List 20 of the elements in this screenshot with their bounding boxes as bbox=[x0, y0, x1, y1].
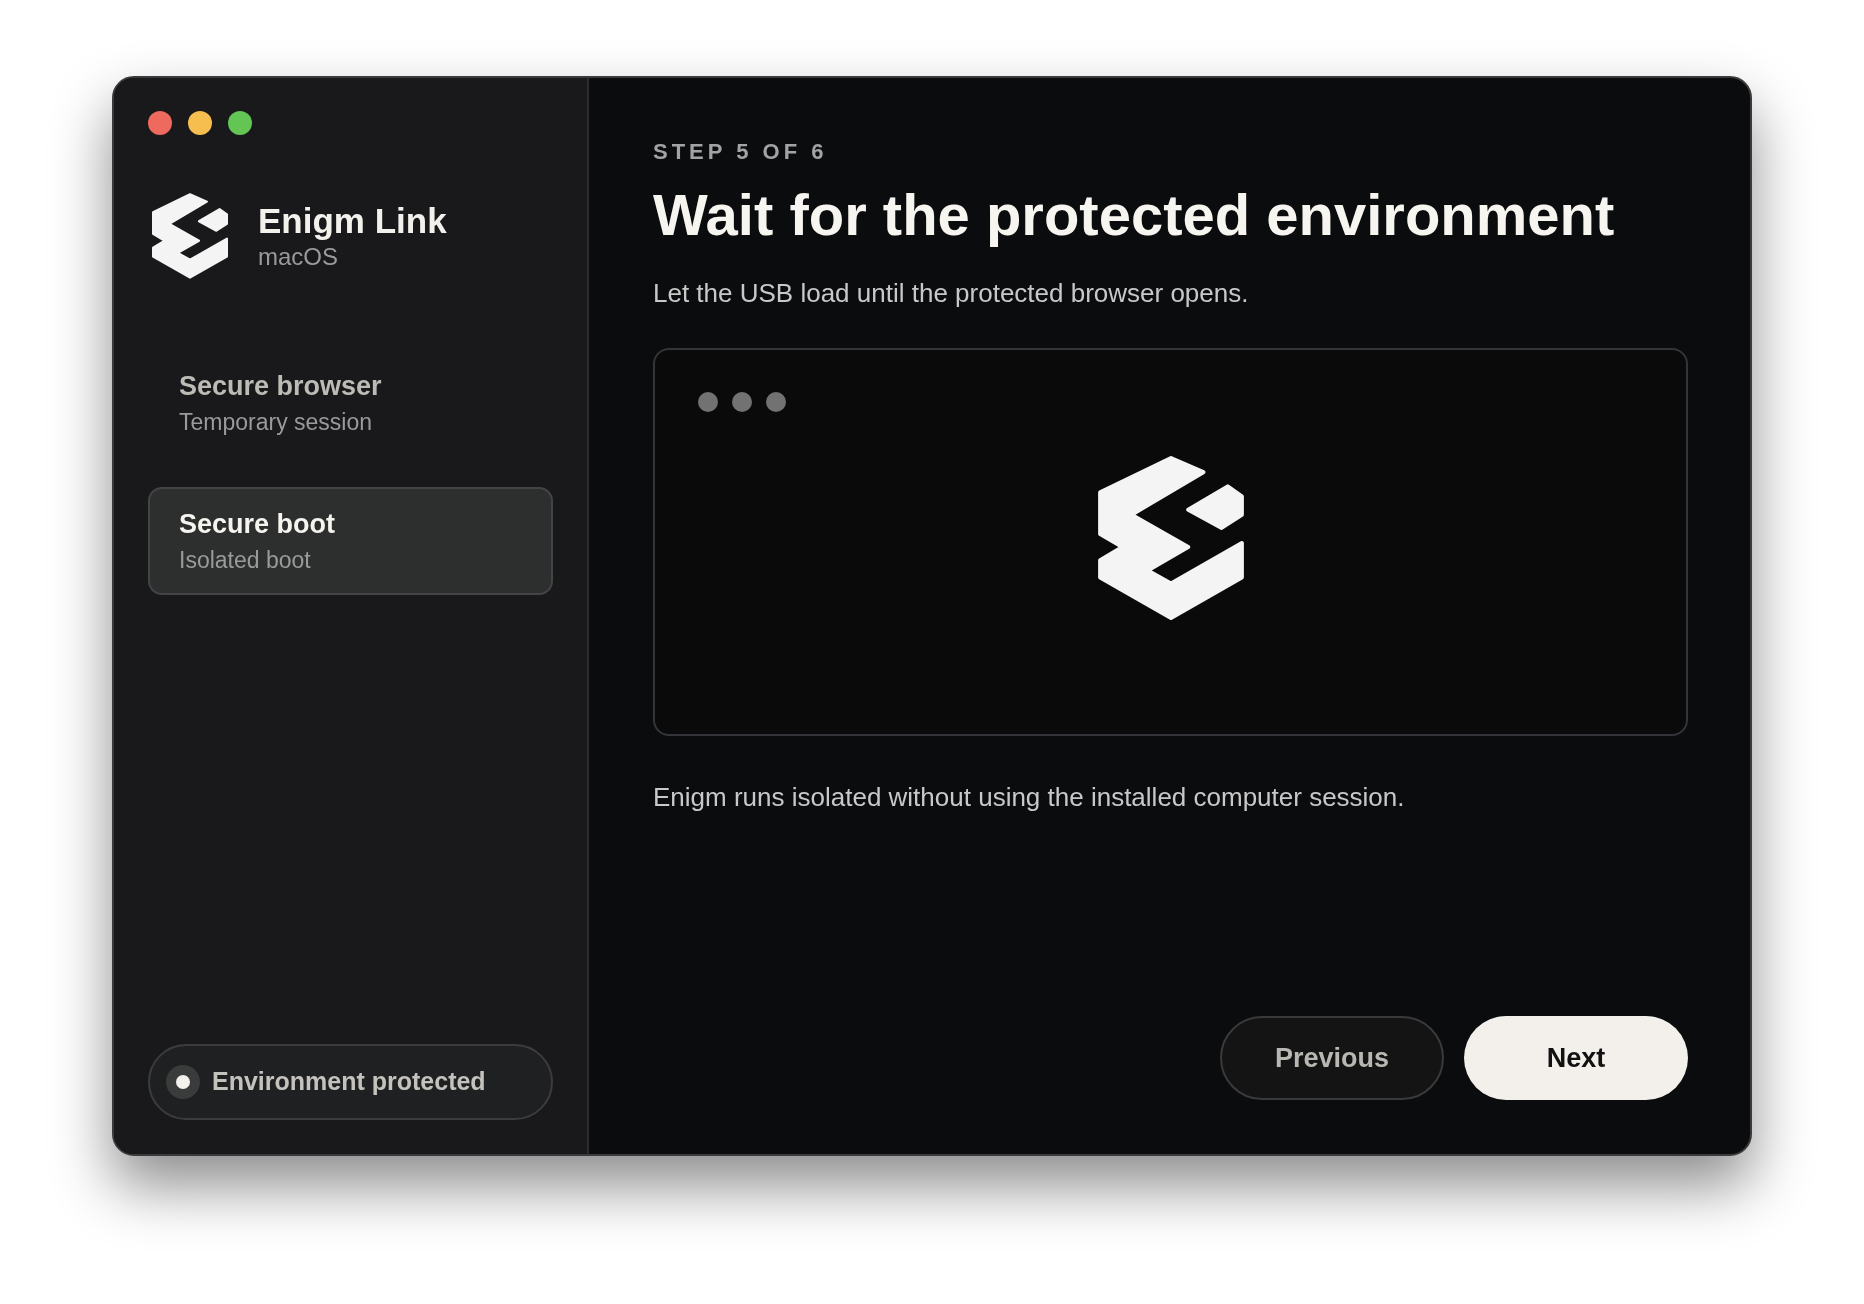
page-title: Wait for the protected environment bbox=[653, 181, 1616, 249]
nav-item-subtitle: Isolated boot bbox=[179, 546, 312, 575]
app-name: Enigm Link bbox=[258, 200, 447, 242]
window-control-button[interactable] bbox=[188, 111, 212, 135]
description: Let the USB load until the protected browser opens. bbox=[653, 277, 1250, 310]
nav-item[interactable]: Secure boot Isolated boot bbox=[148, 487, 553, 595]
logo-icon bbox=[152, 193, 228, 279]
nav-item-title: Secure browser bbox=[179, 370, 383, 403]
window-control-button[interactable] bbox=[228, 111, 252, 135]
logo-icon bbox=[1097, 456, 1244, 620]
status-label: Environment protected bbox=[212, 1066, 486, 1098]
platform-label: macOS bbox=[258, 242, 339, 272]
next-button[interactable]: Next bbox=[1464, 1016, 1688, 1100]
window-control-button[interactable] bbox=[148, 111, 172, 135]
nav-item-title: Secure boot bbox=[179, 508, 337, 541]
footnote: Enigm runs isolated without using the installed computer session. bbox=[653, 781, 1406, 814]
nav-item[interactable]: Secure browser Temporary session bbox=[148, 349, 553, 457]
previous-button[interactable]: Previous bbox=[1220, 1016, 1444, 1100]
nav-item-subtitle: Temporary session bbox=[179, 408, 374, 437]
step-label: STEP 5 OF 6 bbox=[653, 138, 829, 166]
